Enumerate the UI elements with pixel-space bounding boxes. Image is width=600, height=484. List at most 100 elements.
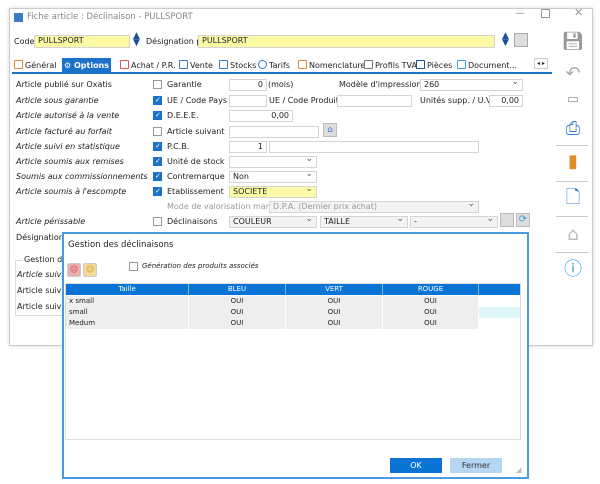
garantie-checkbox[interactable] (153, 80, 162, 89)
tab-pieces[interactable]: Pièces (414, 58, 454, 74)
window-title: Fiche article : Déclinaison - PULLSPORT (27, 12, 193, 22)
modele-select[interactable]: 260 (420, 79, 523, 91)
contremarque-select[interactable]: Non (229, 171, 317, 183)
option-label: Article périssable (16, 217, 86, 226)
declinaison-2-select[interactable]: TAILLE (320, 216, 408, 228)
mode-valorisation-label: Mode de valorisation marge (167, 202, 279, 211)
mode-valorisation-select[interactable]: D.P.A. (Dernier prix achat) (269, 201, 479, 213)
pcb-checkbox[interactable] (153, 142, 162, 151)
grid-cell[interactable]: OUI (189, 296, 286, 307)
generation-checkbox[interactable] (129, 262, 138, 271)
gear-icon: ⚙ (64, 61, 74, 70)
grid-cell[interactable]: OUI (383, 296, 479, 307)
tab-general[interactable]: Général (12, 58, 59, 74)
etablissement-select[interactable]: SOCIETE (229, 186, 317, 198)
maximize-button[interactable] (541, 9, 550, 18)
tva-icon (364, 60, 373, 69)
article-suivant-checkbox[interactable] (153, 127, 162, 136)
unite-stock-select[interactable] (229, 156, 317, 168)
unites-supp-label: Unités supp. / U.V. (420, 96, 494, 105)
garantie-input[interactable]: 0 (229, 79, 267, 91)
toolbar-divider (556, 145, 588, 146)
tab-achat[interactable]: Achat / P.R. (118, 58, 178, 74)
option-label: Article suivi en statistique (16, 142, 120, 151)
article-suivant-input[interactable] (229, 126, 319, 138)
tab-profils-tva[interactable]: Profils TVA (362, 58, 419, 74)
designation-input[interactable]: PULLSPORT (198, 35, 495, 48)
refresh-icon[interactable]: ⟳ (516, 213, 530, 227)
declinaisons-grid: Taille BLEU VERT ROUGE x small OUI OUI O… (65, 283, 521, 440)
tab-options[interactable]: ⚙ Options (62, 58, 112, 74)
column-header-rouge[interactable]: ROUGE (383, 284, 479, 295)
column-header-bleu[interactable]: BLEU (189, 284, 286, 295)
grid-cell[interactable]: OUI (383, 307, 479, 318)
column-header-taille[interactable]: Taille (66, 284, 189, 295)
general-icon (14, 60, 23, 69)
tab-vente[interactable]: Vente (177, 58, 215, 74)
close-button[interactable]: ✕ (574, 6, 583, 19)
pcb-description-input[interactable] (269, 141, 479, 153)
smile-face-icon[interactable]: ☺ (83, 263, 97, 277)
chart-icon[interactable]: ▮ (560, 150, 586, 174)
sad-face-icon[interactable]: ☹ (67, 263, 81, 277)
ue-produit-input[interactable] (337, 95, 412, 107)
declinaison-1-select[interactable]: COULEUR (229, 216, 317, 228)
deee-input[interactable]: 0,00 (229, 110, 293, 122)
grid-cell[interactable]: OUI (383, 318, 479, 329)
store-icon[interactable]: ⌂ (560, 223, 586, 247)
ue-pays-checkbox[interactable] (153, 96, 162, 105)
ue-pays-input[interactable] (229, 95, 267, 107)
pcb-input[interactable]: 1 (229, 141, 267, 153)
grid-cell[interactable]: small (66, 307, 189, 318)
stocks-icon (219, 60, 228, 69)
minimize-button[interactable]: — (515, 8, 525, 19)
tab-stocks[interactable]: Stocks (217, 58, 258, 74)
grid-cell[interactable]: x small (66, 296, 189, 307)
save-icon[interactable]: 💾︎ (560, 30, 586, 54)
contremarque-checkbox[interactable] (153, 172, 162, 181)
tarifs-icon (258, 60, 267, 69)
resize-grip-icon[interactable]: ◢ (516, 466, 526, 476)
home-icon[interactable]: ⌂ (323, 123, 337, 137)
declinaison-tree-icon[interactable] (500, 213, 514, 227)
tab-documents[interactable]: Document... (455, 58, 519, 74)
designation-stepper-icon[interactable]: ▲ ▼ (502, 32, 509, 48)
code-input[interactable]: PULLSPORT (34, 35, 130, 48)
garantie-unit: (mois) (268, 80, 294, 89)
grid-cell[interactable]: Medum (66, 318, 189, 329)
grid-cell[interactable]: OUI (286, 318, 383, 329)
declinaison-3-select[interactable]: - (410, 216, 498, 228)
close-dialog-button[interactable]: Fermer (450, 458, 502, 473)
undo-icon[interactable]: ↶ (560, 62, 586, 86)
article-suivant-label: Article suivant (167, 127, 225, 136)
translate-icon[interactable] (514, 33, 528, 47)
tag-icon (179, 60, 188, 69)
tab-nomenclature[interactable]: Nomenclature (296, 58, 367, 74)
declinaisons-checkbox[interactable] (153, 217, 162, 226)
grid-cell[interactable]: OUI (189, 318, 286, 329)
option-label: Article sous garantie (16, 96, 99, 105)
ue-pays-label: UE / Code Pays (167, 96, 227, 105)
tab-tarifs[interactable]: Tarifs (256, 58, 292, 74)
documents-icon (457, 60, 466, 69)
help-icon[interactable]: ⓘ (560, 258, 586, 282)
unite-stock-checkbox[interactable] (153, 157, 162, 166)
print-icon[interactable]: ⎙ (560, 117, 586, 141)
grid-cell[interactable]: OUI (189, 307, 286, 318)
nomenclature-icon (298, 60, 307, 69)
pcb-label: P.C.B. (167, 142, 190, 151)
deee-label: D.E.E.E. (167, 111, 199, 120)
document-icon[interactable]: 🗋︎ (560, 186, 586, 210)
ok-button[interactable]: OK (390, 458, 442, 473)
rename-icon[interactable]: ▭ (560, 88, 586, 112)
garantie-label: Garantie (167, 80, 202, 89)
column-header-vert[interactable]: VERT (286, 284, 383, 295)
grid-cell[interactable]: OUI (286, 296, 383, 307)
grid-cell[interactable]: OUI (286, 307, 383, 318)
tab-scroll-buttons[interactable]: ◂ ▸ (534, 58, 548, 69)
unites-supp-input[interactable]: 0,00 (489, 95, 523, 107)
etablissement-checkbox[interactable] (153, 187, 162, 196)
toolbar-divider (556, 181, 588, 182)
code-stepper-icon[interactable]: ▲ ▼ (133, 32, 140, 48)
deee-checkbox[interactable] (153, 111, 162, 120)
